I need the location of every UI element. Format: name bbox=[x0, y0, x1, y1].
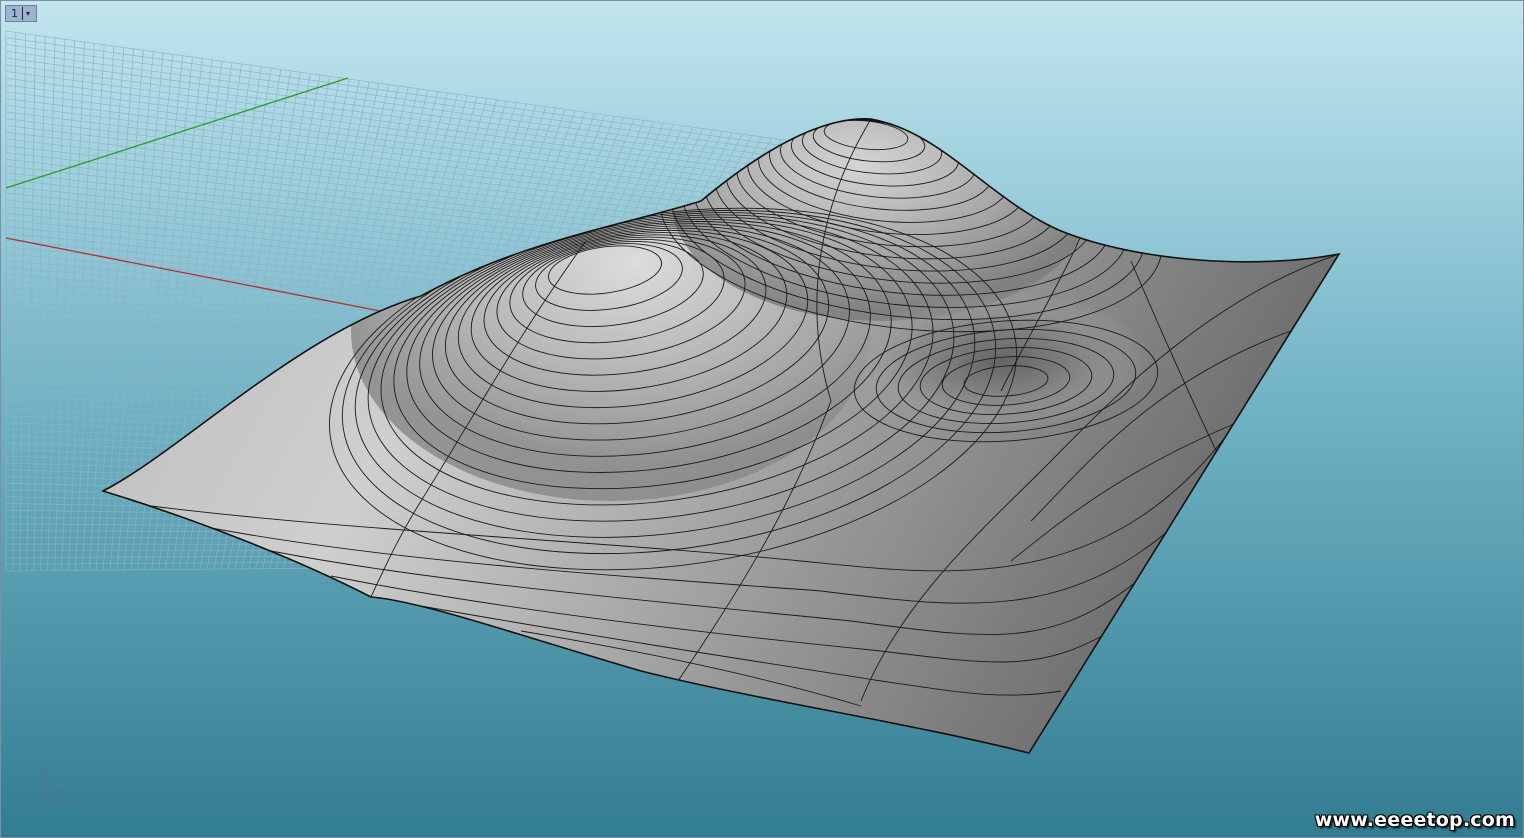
axis-y-label: y bbox=[57, 785, 63, 795]
chevron-down-icon[interactable]: ▾ bbox=[23, 9, 33, 18]
watermark-text: www.eeeetop.com bbox=[1314, 809, 1515, 831]
viewport-number: 1 bbox=[11, 7, 18, 20]
perspective-viewport[interactable]: z y x 1 ▾ www.eeeetop.com bbox=[0, 0, 1524, 838]
axis-z-label: z bbox=[43, 766, 48, 776]
axis-x-label: x bbox=[71, 800, 77, 810]
depression-shading bbox=[851, 291, 1151, 431]
viewport-scene[interactable]: z y x bbox=[1, 1, 1524, 838]
viewport-title-tab[interactable]: 1 ▾ bbox=[5, 5, 37, 22]
